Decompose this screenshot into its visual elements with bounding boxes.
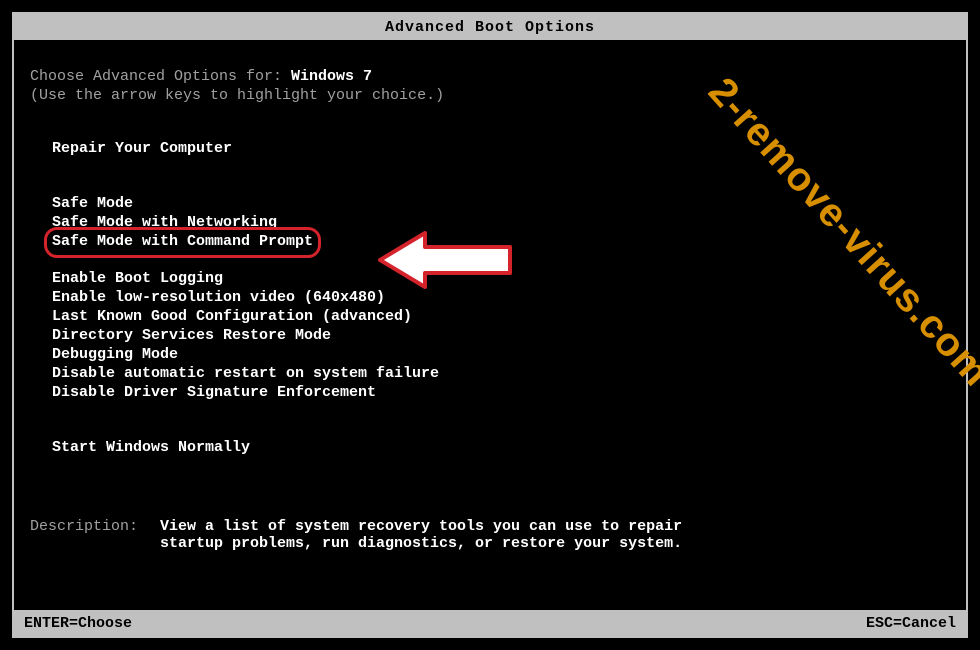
option-no-auto-restart[interactable]: Disable automatic restart on system fail… bbox=[52, 365, 439, 382]
footer-esc-hint: ESC=Cancel bbox=[866, 615, 956, 632]
intro-line: Choose Advanced Options for: Windows 7 bbox=[30, 68, 950, 85]
option-debugging[interactable]: Debugging Mode bbox=[52, 346, 178, 363]
option-low-res[interactable]: Enable low-resolution video (640x480) bbox=[52, 289, 385, 306]
description-text: View a list of system recovery tools you… bbox=[160, 518, 720, 552]
title-bar: Advanced Boot Options bbox=[14, 14, 966, 40]
footer-bar: ENTER=Choose ESC=Cancel bbox=[14, 610, 966, 636]
option-ds-restore[interactable]: Directory Services Restore Mode bbox=[52, 327, 331, 344]
description-block: Description: View a list of system recov… bbox=[30, 518, 950, 552]
content-area: Choose Advanced Options for: Windows 7 (… bbox=[14, 40, 966, 552]
selection-highlight-ring bbox=[44, 227, 321, 258]
option-start-normally[interactable]: Start Windows Normally bbox=[52, 439, 250, 456]
option-repair[interactable]: Repair Your Computer bbox=[52, 140, 232, 157]
option-safe-mode[interactable]: Safe Mode bbox=[52, 195, 133, 212]
footer-enter-hint: ENTER=Choose bbox=[24, 615, 132, 632]
boot-options-window: Advanced Boot Options Choose Advanced Op… bbox=[12, 12, 968, 638]
window-title: Advanced Boot Options bbox=[385, 19, 595, 36]
description-label: Description: bbox=[30, 518, 160, 552]
intro-hint: (Use the arrow keys to highlight your ch… bbox=[30, 87, 950, 104]
options-list: Repair Your Computer Safe Mode Safe Mode… bbox=[52, 140, 950, 458]
option-last-known-good[interactable]: Last Known Good Configuration (advanced) bbox=[52, 308, 412, 325]
option-boot-logging[interactable]: Enable Boot Logging bbox=[52, 270, 223, 287]
os-name: Windows 7 bbox=[291, 68, 372, 85]
option-safe-mode-cmd-selected[interactable]: Safe Mode with Command Prompt bbox=[52, 233, 313, 252]
intro-prefix: Choose Advanced Options for: bbox=[30, 68, 291, 85]
option-no-driver-sig[interactable]: Disable Driver Signature Enforcement bbox=[52, 384, 376, 401]
